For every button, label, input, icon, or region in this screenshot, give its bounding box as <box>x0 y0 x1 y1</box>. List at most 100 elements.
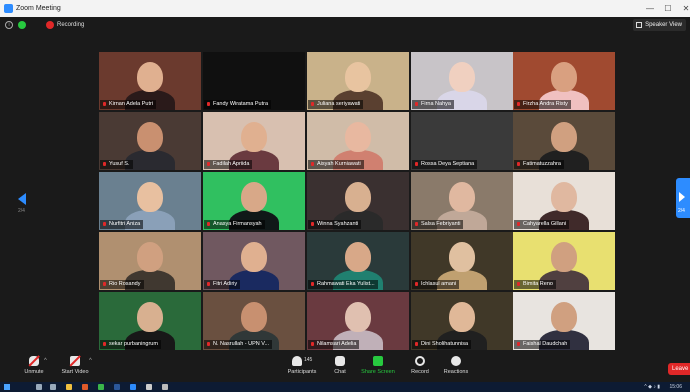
app-icon-2[interactable] <box>162 384 168 390</box>
participants-count: 145 <box>304 357 313 363</box>
participant-tile[interactable]: Nilamsari Adelia <box>307 292 409 350</box>
search-icon[interactable] <box>36 384 42 390</box>
app-icon[interactable] <box>146 384 152 390</box>
participant-tile[interactable]: Bimita Reno <box>513 232 615 290</box>
chat-button[interactable]: Chat <box>330 356 350 375</box>
security-shield-icon[interactable] <box>18 21 26 29</box>
share-screen-icon <box>373 356 383 366</box>
start-video-button[interactable]: Start Video <box>60 356 90 375</box>
windows-start-icon[interactable] <box>4 384 10 390</box>
mic-muted-icon <box>311 342 314 346</box>
participant-name: Nilamsari Adelia <box>317 341 357 347</box>
meeting-toolbar: Unmute ^ Start Video ^ 145 Participants … <box>0 354 690 382</box>
participant-video-face <box>241 302 267 332</box>
speaker-view-label: Speaker View <box>645 22 682 28</box>
info-icon[interactable]: i <box>5 21 13 29</box>
speaker-view-button[interactable]: Speaker View <box>633 19 686 31</box>
arrow-right-icon <box>679 192 685 202</box>
task-view-icon[interactable] <box>50 384 56 390</box>
participant-tile[interactable]: Salsa Febriyanti <box>411 172 513 230</box>
mic-muted-icon <box>311 222 314 226</box>
participant-tile[interactable]: Fitri Adiriy <box>203 232 305 290</box>
camera-off-icon <box>70 356 80 366</box>
maximize-button[interactable]: ☐ <box>658 0 678 17</box>
word-icon[interactable] <box>114 384 120 390</box>
participant-tile[interactable]: Kirnan Adela Putri <box>99 52 201 110</box>
system-tray[interactable]: ^ ◆ ♪ ▮ <box>644 383 660 391</box>
participant-tile[interactable]: Rio Rosandy <box>99 232 201 290</box>
participant-name: Bimita Reno <box>523 281 553 287</box>
participant-tile[interactable]: Fatimatuzzahra <box>513 112 615 170</box>
participant-name-chip: Bimita Reno <box>514 280 556 289</box>
participant-name-chip: Anasya Firmansyah <box>204 220 265 229</box>
mic-muted-icon <box>517 282 520 286</box>
participant-name: Cahyarella Gillani <box>523 221 567 227</box>
zoom-taskbar-icon[interactable] <box>130 384 136 390</box>
record-button[interactable]: Record <box>408 356 432 375</box>
participant-tile[interactable]: Cahyarella Gillani <box>513 172 615 230</box>
next-page-button[interactable]: 2/4 <box>676 178 690 218</box>
mic-muted-icon <box>207 162 210 166</box>
participant-name-chip: sekar purbaningrum <box>100 340 161 349</box>
mic-muted-icon <box>103 342 106 346</box>
participant-tile[interactable]: Faishal Daudchah <box>513 292 615 350</box>
office-app-icon[interactable] <box>82 384 88 390</box>
participant-name: Dini Sholihatunnisa <box>421 341 469 347</box>
participant-name: Anasya Firmansyah <box>213 221 262 227</box>
participant-tile[interactable]: Rossa Deya Septiana <box>411 112 513 170</box>
close-button[interactable]: ✕ <box>676 0 690 17</box>
page-indicator: 2/4 <box>18 208 25 214</box>
participant-name-chip: Salsa Febriyanti <box>412 220 464 229</box>
participant-tile[interactable]: Fadilah Apriida <box>203 112 305 170</box>
participant-tile[interactable]: Fandy Wiratama Putra <box>203 52 305 110</box>
participant-video-face <box>241 182 267 212</box>
participant-name: Rio Rosandy <box>109 281 141 287</box>
participant-name-chip: Rahmawati Eka Yulist... <box>308 280 378 289</box>
mic-muted-icon <box>103 222 106 226</box>
grid-icon <box>636 22 643 28</box>
participant-tile[interactable]: Nurfitri Aniza <box>99 172 201 230</box>
os-taskbar: ^ ◆ ♪ ▮ 15:06 <box>0 382 690 392</box>
chrome-icon[interactable] <box>98 384 104 390</box>
participant-video-face <box>551 242 577 272</box>
participant-tile[interactable]: Aisyah Kurniawati <box>307 112 409 170</box>
mic-muted-icon <box>415 282 418 286</box>
participant-video-face <box>551 182 577 212</box>
participant-tile[interactable]: N. Nasrullah - UPN V... <box>203 292 305 350</box>
participant-name: Juliana seriyawati <box>317 101 361 107</box>
participant-name: Ichlasul amani <box>421 281 457 287</box>
participant-video-face <box>345 182 371 212</box>
participant-name-chip: Fatimatuzzahra <box>514 160 564 169</box>
participants-icon-group: 145 <box>289 356 315 366</box>
reactions-button[interactable]: Reactions <box>442 356 470 375</box>
participant-tile[interactable]: Dini Sholihatunnisa <box>411 292 513 350</box>
mic-muted-icon <box>103 282 106 286</box>
participant-tile[interactable]: Ichlasul amani <box>411 232 513 290</box>
participant-tile[interactable]: Firzha Andra Risty <box>513 52 615 110</box>
participant-tile[interactable]: Juliana seriyawati <box>307 52 409 110</box>
unmute-button[interactable]: Unmute <box>22 356 46 375</box>
previous-page-button[interactable] <box>18 193 26 205</box>
minimize-button[interactable]: — <box>640 0 660 17</box>
participant-tile[interactable]: Winna Syahzanti <box>307 172 409 230</box>
participant-tile[interactable]: Yusuf S. <box>99 112 201 170</box>
participant-video-face <box>345 302 371 332</box>
participant-tile[interactable]: Anasya Firmansyah <box>203 172 305 230</box>
leave-button[interactable]: Leave <box>668 363 690 375</box>
share-screen-button[interactable]: Share Screen <box>361 356 395 375</box>
mic-muted-icon <box>311 162 314 166</box>
mic-muted-icon <box>517 342 520 346</box>
participant-name-chip: Winna Syahzanti <box>308 220 362 229</box>
participant-name: Kirnan Adela Putri <box>109 101 154 107</box>
participant-tile[interactable]: Firna Nahya <box>411 52 513 110</box>
participant-video-face <box>137 242 163 272</box>
participant-tile[interactable]: sekar purbaningrum <box>99 292 201 350</box>
file-explorer-icon[interactable] <box>66 384 72 390</box>
participant-name-chip: Kirnan Adela Putri <box>100 100 157 109</box>
audio-options-chevron-icon[interactable]: ^ <box>44 358 47 364</box>
participant-name-chip: Yusuf S. <box>100 160 133 169</box>
participant-tile[interactable]: Rahmawati Eka Yulist... <box>307 232 409 290</box>
video-options-chevron-icon[interactable]: ^ <box>89 358 92 364</box>
participant-video-face <box>449 302 475 332</box>
participants-button[interactable]: 145 Participants <box>285 356 319 375</box>
